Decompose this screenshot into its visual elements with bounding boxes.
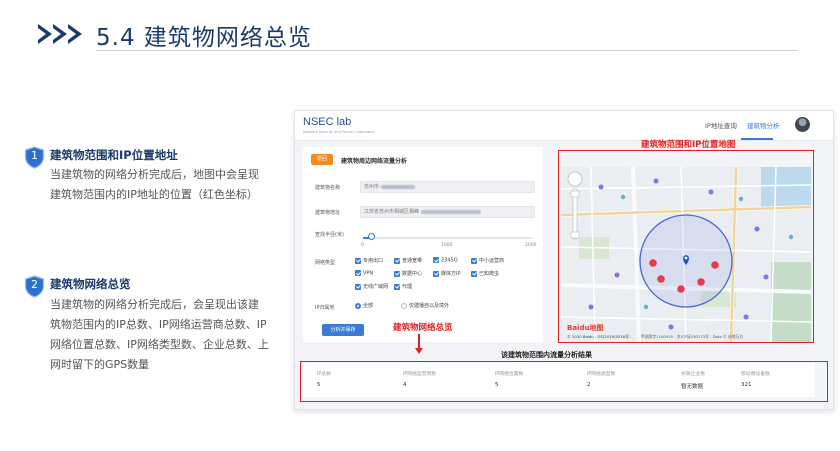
checkbox-label: 2345G <box>441 257 458 264</box>
bullet-line: 网络位置总数、IP网络类型数、企业总数、上 <box>50 338 269 351</box>
return-button[interactable]: 返回 <box>311 154 333 165</box>
network-type-checkbox[interactable]: 数据中心 <box>394 270 422 277</box>
bullet-line: 网时留下的GPS数量 <box>50 358 150 371</box>
bullet-line: 当建筑物的网络分析完成后，地图中会呈现 <box>50 168 259 181</box>
checkbox-label: 中小运营商 <box>479 258 505 264</box>
checkbox-label: 专用出口 <box>363 258 384 264</box>
network-type-checkbox[interactable]: 已知爬虫 <box>471 270 499 277</box>
network-type-checkbox[interactable]: 无线广域网 <box>355 283 388 290</box>
slide-title: 5.4 建筑物网络总览 <box>96 25 312 51</box>
radius-label: 查找半径(米) <box>315 232 344 238</box>
checkbox-label: 媒体方IP <box>441 271 461 277</box>
network-type-checkbox[interactable]: 代理 <box>394 283 412 290</box>
bullet-heading: 建筑物范围和IP位置地址 <box>50 148 178 162</box>
callout-arrow-line <box>418 334 420 349</box>
results-title: 该建筑物范围内流量分析结果 <box>501 351 592 359</box>
checkbox-label: 无线广域网 <box>363 284 389 290</box>
checkbox-label: 普通宽带 <box>402 258 423 264</box>
shield-number-icon: 2 <box>24 275 45 298</box>
building-address-value: 江苏省苏州市相城区相峰 <box>364 209 420 215</box>
bullet-line: 筑物范围内的IP总数、IP网络运营商总数、IP <box>50 318 267 331</box>
app-logo-subtitle: Network Security and Privacy Laboratory <box>303 130 375 134</box>
overview-callout-label: 建筑物网络总览 <box>393 323 453 333</box>
analyze-save-button[interactable]: 分析并保存 <box>322 324 364 336</box>
network-type-checkbox[interactable]: 专用出口 <box>355 257 383 264</box>
nav-building-analysis[interactable]: 建筑物分析 <box>747 120 780 130</box>
building-address-label: 建筑物地址 <box>315 210 341 216</box>
bullet-body: 当建筑物的网络分析完成后，地图中会呈现 建筑物范围内的IP地址的位置（红色坐标） <box>50 165 259 205</box>
building-name-input[interactable]: 苏州市 <box>360 181 535 193</box>
radius-slider-handle[interactable] <box>368 233 375 240</box>
bullet-number: 1 <box>31 149 38 162</box>
map-highlight-box <box>558 150 814 343</box>
ip-scope-radio-all[interactable]: 全部 <box>355 302 373 309</box>
nav-active-indicator <box>741 138 773 140</box>
analysis-form: 返回 建筑物周边网络流量分析 建筑物名称 苏州市 建筑物地址 江苏省苏州市相城区… <box>303 147 543 342</box>
checkbox-label: 已知爬虫 <box>479 271 500 277</box>
bullet-line: 当建筑物的网络分析完成后，会呈现出该建 <box>50 298 259 311</box>
network-type-label: 网络类型 <box>315 260 336 266</box>
radius-tick: 2000 <box>525 243 537 248</box>
network-type-checkbox[interactable]: 媒体方IP <box>433 270 461 277</box>
radius-tick: 1000 <box>441 243 453 248</box>
slide: 5.4 建筑物网络总览 1 建筑物范围和IP位置地址 当建筑物的网络分析完成后，… <box>0 0 840 451</box>
ip-scope-radio-domestic[interactable]: 仅建播自以及境外 <box>401 302 449 309</box>
bullet-heading: 建筑物网络总览 <box>50 277 131 291</box>
bullet-body: 当建筑物的网络分析完成后，会呈现出该建 筑物范围内的IP总数、IP网络运营商总数… <box>50 295 269 375</box>
app-logo[interactable]: NSEC lab <box>303 116 351 128</box>
radio-label: 全部 <box>363 303 374 309</box>
overview-highlight-box <box>300 361 828 402</box>
redacted-text <box>381 184 416 189</box>
chevrons-icon <box>38 24 83 44</box>
app-navbar: NSEC lab Network Security and Privacy La… <box>295 111 833 141</box>
building-name-label: 建筑物名称 <box>315 185 341 191</box>
building-address-input[interactable]: 江苏省苏州市相城区相峰 <box>360 206 535 218</box>
checkbox-label: VPN <box>363 270 374 277</box>
ip-scope-label: IP归属地 <box>315 305 335 311</box>
title-divider <box>96 50 798 51</box>
form-title: 建筑物周边网络流量分析 <box>341 158 408 165</box>
checkbox-label: 代理 <box>402 284 413 290</box>
redacted-text <box>421 209 482 214</box>
network-type-checkbox[interactable]: 2345G <box>433 257 458 264</box>
bullet-line: 建筑物范围内的IP地址的位置（红色坐标） <box>50 188 258 201</box>
checkbox-label: 数据中心 <box>402 271 423 277</box>
bullet-number: 2 <box>31 278 38 291</box>
network-type-checkbox[interactable]: 普通宽带 <box>394 257 422 264</box>
callout-arrow-head <box>415 348 423 354</box>
map-callout-label: 建筑物范围和IP位置地图 <box>641 140 736 150</box>
shield-number-icon: 1 <box>24 146 45 169</box>
avatar[interactable] <box>795 117 810 132</box>
nav-ip-query[interactable]: IP地址查询 <box>705 120 737 130</box>
network-type-checkbox[interactable]: 中小运营商 <box>471 257 504 264</box>
radius-tick: 0 <box>361 243 364 248</box>
radius-slider-track[interactable] <box>363 237 533 239</box>
network-type-checkbox[interactable]: VPN <box>355 270 373 277</box>
building-name-value: 苏州市 <box>364 184 380 190</box>
radio-label: 仅建播自以及境外 <box>409 303 450 309</box>
